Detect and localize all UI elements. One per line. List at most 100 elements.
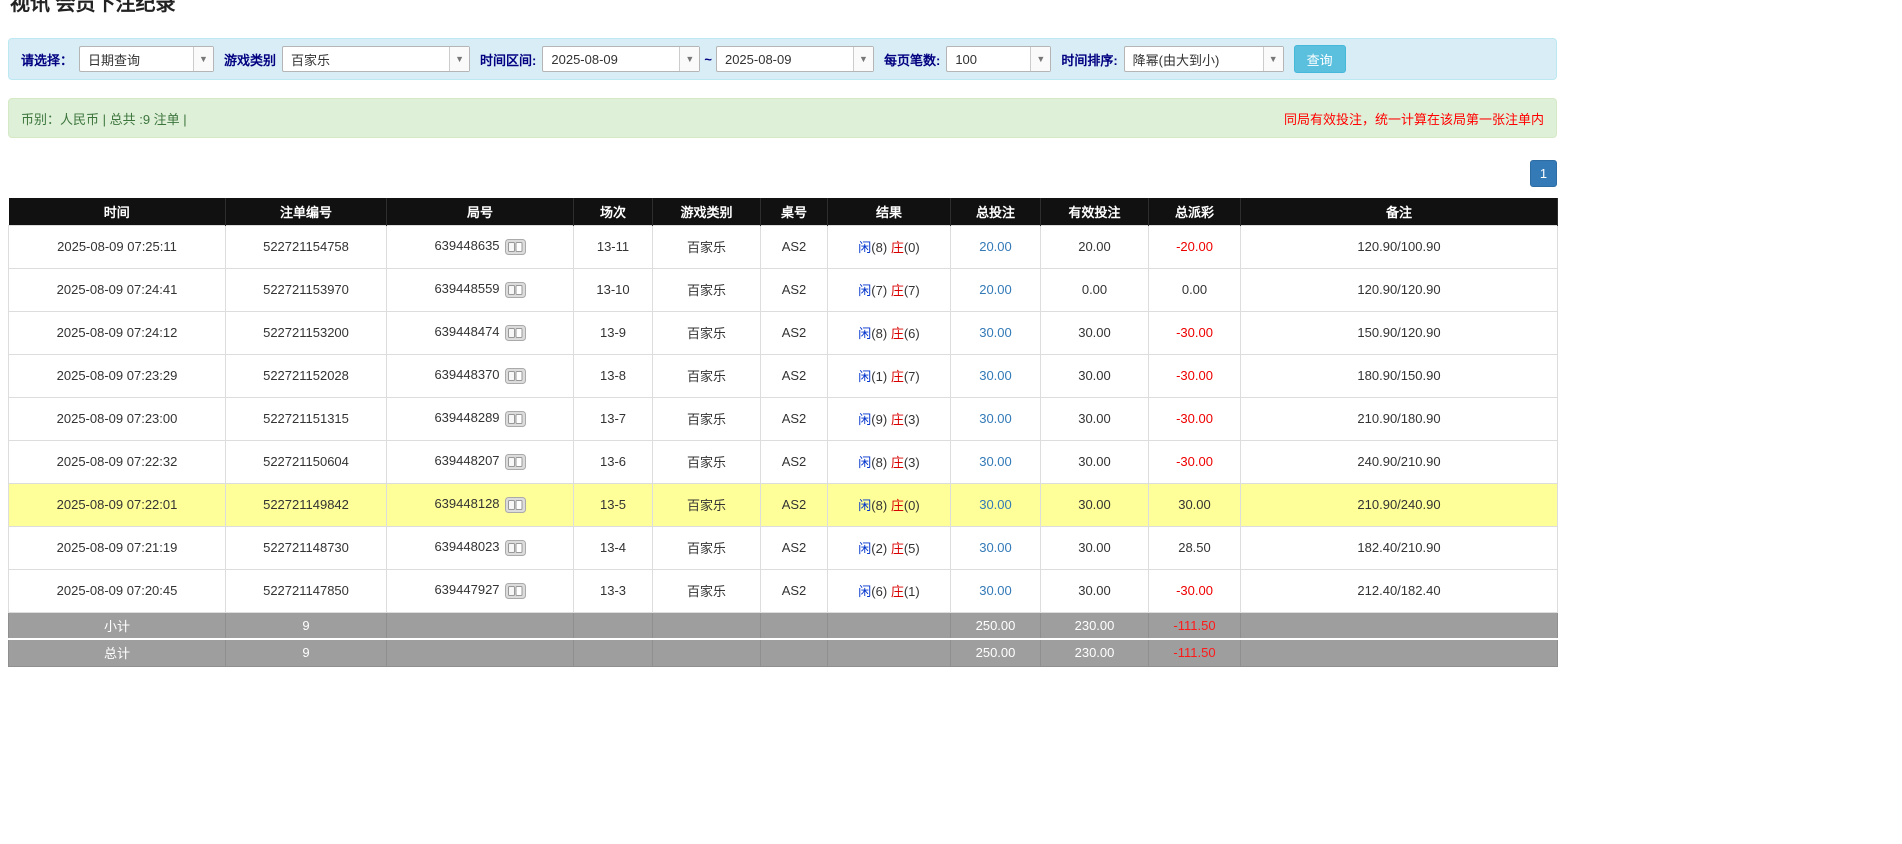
payout-cell: -30.00	[1149, 440, 1241, 483]
round-id: 639448128	[434, 496, 499, 511]
valid-bet-cell: 30.00	[1041, 526, 1149, 569]
table-no-cell: AS2	[761, 397, 828, 440]
payout-cell: 28.50	[1149, 526, 1241, 569]
result-banker-score: (7)	[904, 369, 920, 384]
time-cell: 2025-08-09 07:24:41	[9, 268, 226, 311]
valid-bet-cell: 30.00	[1041, 397, 1149, 440]
date-from-select[interactable]: 2025-08-09 ▼	[542, 46, 700, 72]
result-banker-label: 庄	[891, 240, 904, 255]
page-size-select[interactable]: 100 ▼	[946, 46, 1051, 72]
game-type-cell: 百家乐	[653, 268, 761, 311]
note-cell: 180.90/150.90	[1241, 354, 1558, 397]
round-id: 639448559	[434, 281, 499, 296]
game-type-cell: 百家乐	[653, 225, 761, 268]
query-type-select[interactable]: 日期查询 ▼	[79, 46, 214, 72]
session-cell: 13-4	[574, 526, 653, 569]
round-cell: 639448474	[387, 311, 574, 354]
round-replay-icon[interactable]	[505, 282, 526, 298]
bet-id-cell: 522721148730	[226, 526, 387, 569]
result-banker-label: 庄	[891, 455, 904, 470]
table-header-row: 时间注单编号局号场次游戏类别桌号结果总投注有效投注总派彩备注	[9, 198, 1558, 225]
total-bet-link[interactable]: 30.00	[979, 497, 1012, 512]
result-cell: 闲(6) 庄(1)	[828, 569, 951, 612]
session-cell: 13-9	[574, 311, 653, 354]
total-bet-link[interactable]: 20.00	[979, 282, 1012, 297]
table-no-cell: AS2	[761, 311, 828, 354]
time-cell: 2025-08-09 07:23:29	[9, 354, 226, 397]
sort-select[interactable]: 降幂(由大到小) ▼	[1124, 46, 1284, 72]
result-cell: 闲(8) 庄(0)	[828, 483, 951, 526]
total-bet-link[interactable]: 30.00	[979, 411, 1012, 426]
round-replay-icon[interactable]	[505, 497, 526, 513]
result-banker-score: (3)	[904, 412, 920, 427]
content-container: 视讯 会员下注纪录 请选择： 日期查询 ▼ 游戏类别 百家乐 ▼ 时间区间: 2…	[8, 0, 1557, 667]
time-cell: 2025-08-09 07:20:45	[9, 569, 226, 612]
table-row: 2025-08-09 07:24:12 522721153200 6394484…	[9, 311, 1558, 354]
empty-cell	[574, 612, 653, 639]
time-cell: 2025-08-09 07:22:01	[9, 483, 226, 526]
payout-cell: 30.00	[1149, 483, 1241, 526]
result-banker-label: 庄	[891, 412, 904, 427]
note-cell: 150.90/120.90	[1241, 311, 1558, 354]
column-header: 桌号	[761, 198, 828, 225]
table-no-cell: AS2	[761, 225, 828, 268]
summary-bar: 币别：人民币 | 总共 :9 注单 | 同局有效投注，统一计算在该局第一张注单内	[8, 98, 1557, 138]
time-cell: 2025-08-09 07:24:12	[9, 311, 226, 354]
empty-cell	[574, 639, 653, 666]
round-replay-icon[interactable]	[505, 325, 526, 341]
bet-id-cell: 522721149842	[226, 483, 387, 526]
total-bet-link[interactable]: 20.00	[979, 239, 1012, 254]
table-row: 2025-08-09 07:20:45 522721147850 6394479…	[9, 569, 1558, 612]
game-type-cell: 百家乐	[653, 440, 761, 483]
search-button[interactable]: 查询	[1294, 45, 1346, 73]
result-banker-score: (3)	[904, 455, 920, 470]
table-body: 2025-08-09 07:25:11 522721154758 6394486…	[9, 225, 1558, 612]
round-cell: 639448370	[387, 354, 574, 397]
date-to-select[interactable]: 2025-08-09 ▼	[716, 46, 874, 72]
session-cell: 13-7	[574, 397, 653, 440]
page-number-button[interactable]: 1	[1530, 160, 1557, 187]
note-cell: 240.90/210.90	[1241, 440, 1558, 483]
total-bet-cell: 30.00	[951, 440, 1041, 483]
round-replay-icon[interactable]	[505, 540, 526, 556]
round-id: 639448023	[434, 539, 499, 554]
total-count: 9	[226, 639, 387, 666]
subtotal-label: 小计	[9, 612, 226, 639]
round-replay-icon[interactable]	[505, 583, 526, 599]
empty-cell	[387, 612, 574, 639]
round-replay-icon[interactable]	[505, 454, 526, 470]
session-cell: 13-8	[574, 354, 653, 397]
total-bet-link[interactable]: 30.00	[979, 540, 1012, 555]
result-cell: 闲(1) 庄(7)	[828, 354, 951, 397]
note-cell: 210.90/240.90	[1241, 483, 1558, 526]
round-replay-icon[interactable]	[505, 368, 526, 384]
empty-cell	[761, 612, 828, 639]
valid-bet-cell: 30.00	[1041, 569, 1149, 612]
empty-cell	[828, 612, 951, 639]
game-type-select[interactable]: 百家乐 ▼	[282, 46, 470, 72]
total-bet-link[interactable]: 30.00	[979, 325, 1012, 340]
table-row: 2025-08-09 07:21:19 522721148730 6394480…	[9, 526, 1558, 569]
result-player-score: (8)	[871, 240, 887, 255]
table-no-cell: AS2	[761, 268, 828, 311]
game-type-cell: 百家乐	[653, 354, 761, 397]
empty-cell	[761, 639, 828, 666]
total-bet-link[interactable]: 30.00	[979, 368, 1012, 383]
result-player-score: (8)	[871, 498, 887, 513]
valid-bet-cell: 20.00	[1041, 225, 1149, 268]
bet-id-cell: 522721147850	[226, 569, 387, 612]
payout-cell: 0.00	[1149, 268, 1241, 311]
round-replay-icon[interactable]	[505, 239, 526, 255]
result-player-score: (8)	[871, 326, 887, 341]
total-bet-cell: 20.00	[951, 225, 1041, 268]
total-bet-link[interactable]: 30.00	[979, 583, 1012, 598]
round-replay-icon[interactable]	[505, 411, 526, 427]
table-no-cell: AS2	[761, 569, 828, 612]
total-bet-link[interactable]: 30.00	[979, 454, 1012, 469]
column-header: 备注	[1241, 198, 1558, 225]
round-id: 639448289	[434, 410, 499, 425]
valid-bet-cell: 30.00	[1041, 483, 1149, 526]
date-from-value: 2025-08-09	[543, 52, 626, 67]
round-id: 639448207	[434, 453, 499, 468]
result-player-label: 闲	[858, 584, 871, 599]
